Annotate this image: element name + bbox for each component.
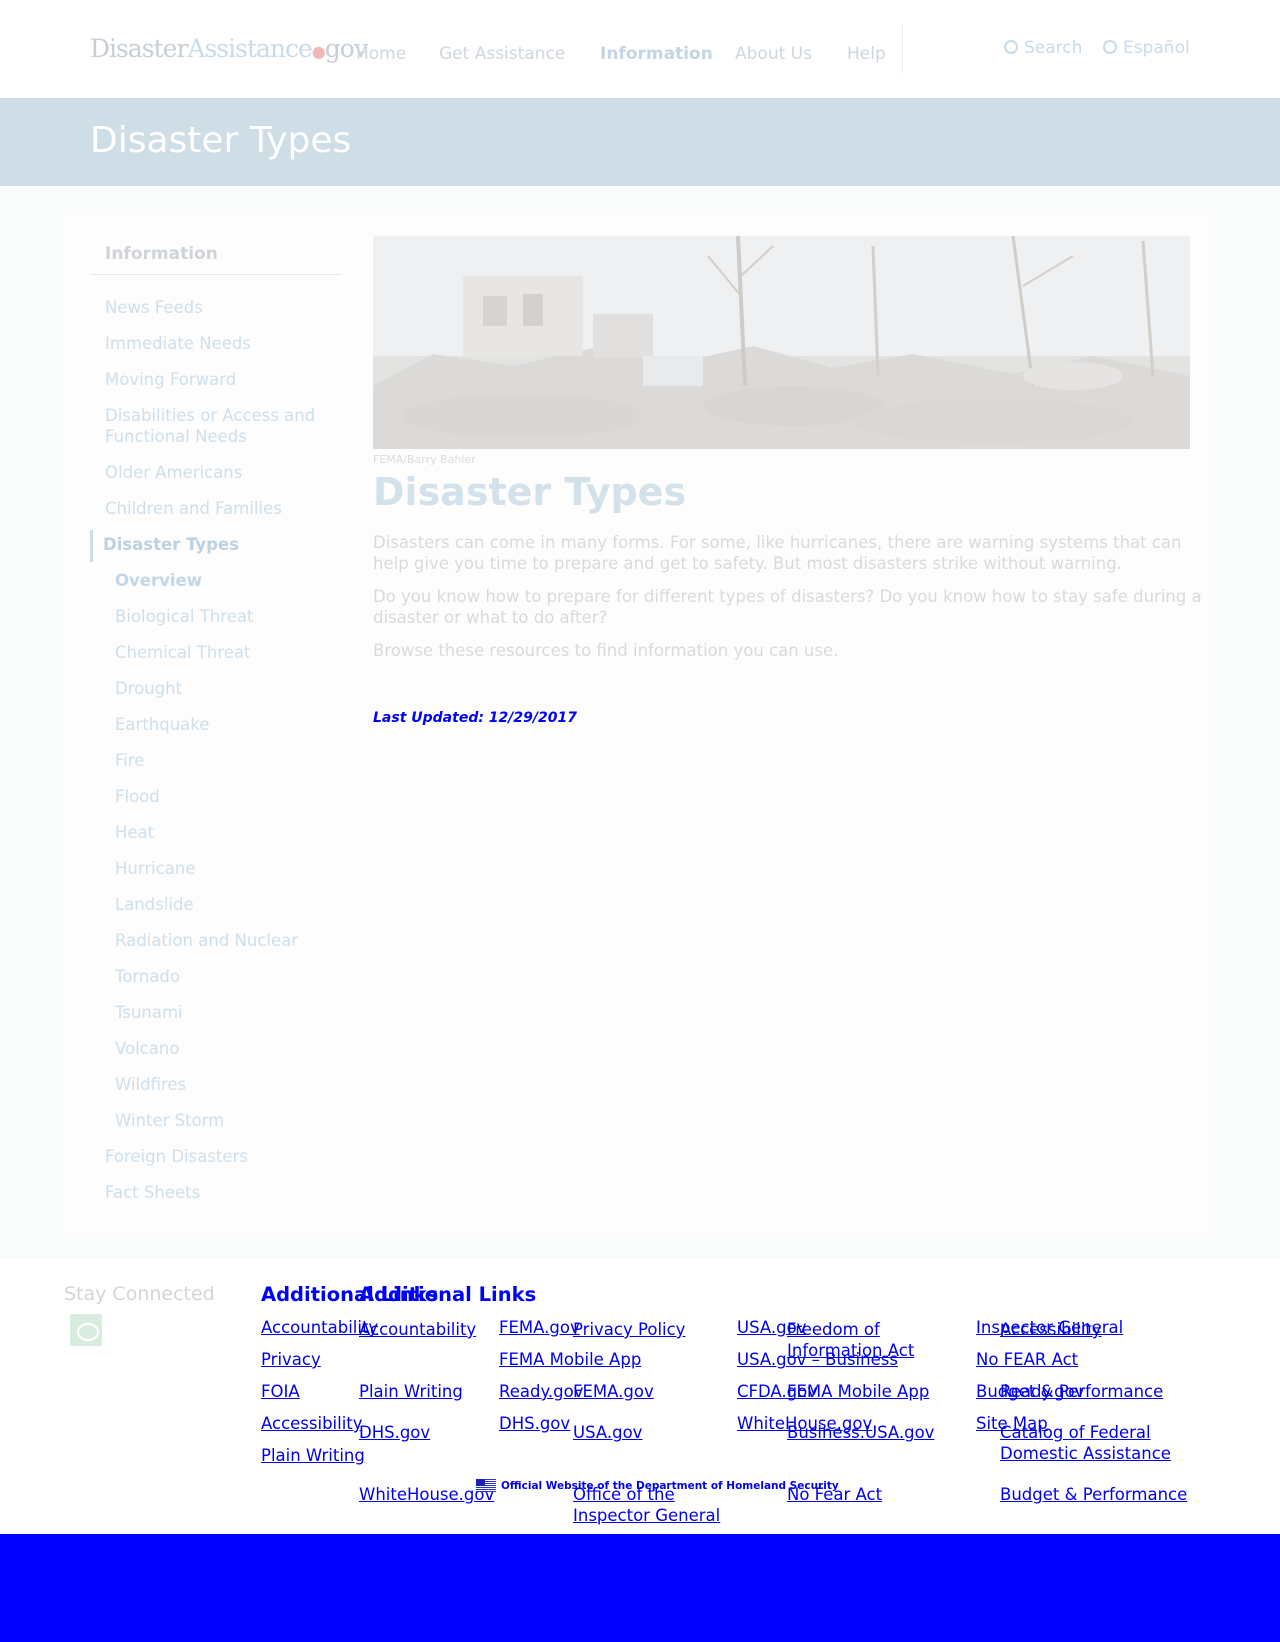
- nav-information[interactable]: Information: [600, 44, 713, 64]
- nav-about-us[interactable]: About Us: [735, 44, 812, 64]
- language-toggle[interactable]: Español: [1103, 38, 1190, 58]
- sidebar-subitem-wildfires[interactable]: Wildfires: [115, 1074, 186, 1095]
- footer-link-b-accountability[interactable]: Accountability: [359, 1319, 476, 1340]
- intro-paragraph-2: Do you know how to prepare for different…: [373, 587, 1202, 627]
- footer-link-b-fema-gov[interactable]: FEMA.gov: [573, 1381, 654, 1402]
- sidebar-subitem-flood[interactable]: Flood: [115, 786, 160, 807]
- intro-paragraph-1: Disasters can come in many forms. For so…: [373, 533, 1182, 573]
- sidebar-subitem-earthquake[interactable]: Earthquake: [115, 714, 209, 735]
- sidebar-subitem-heat[interactable]: Heat: [115, 822, 154, 843]
- footer-link-b-foia[interactable]: Freedom of Information Act: [787, 1319, 957, 1361]
- intro-paragraph-3: Browse these resources to find informati…: [373, 641, 839, 660]
- sidebar-item-disabilities[interactable]: Disabilities or Access and Functional Ne…: [105, 405, 335, 447]
- footer-link-fema-mobile-app[interactable]: FEMA Mobile App: [499, 1349, 641, 1370]
- sidebar-subitem-hurricane[interactable]: Hurricane: [115, 858, 196, 879]
- nav-divider: [902, 24, 903, 74]
- logo-dot-icon: ●: [311, 42, 326, 61]
- nav-get-assistance[interactable]: Get Assistance: [439, 44, 565, 64]
- sidebar-item-moving-forward[interactable]: Moving Forward: [105, 369, 236, 390]
- sidebar-divider: [90, 274, 342, 275]
- banner-title: Disaster Types: [90, 120, 352, 161]
- footer-link-b-dhs-gov[interactable]: DHS.gov: [359, 1422, 430, 1443]
- sidebar-item-news-feeds[interactable]: News Feeds: [105, 297, 203, 318]
- sidebar-item-disaster-types[interactable]: Disaster Types: [103, 534, 239, 555]
- footer-link-plain-writing[interactable]: Plain Writing: [261, 1445, 365, 1466]
- sidebar-subitem-radiation-nuclear[interactable]: Radiation and Nuclear: [115, 930, 298, 951]
- last-updated: Last Updated: 12/29/2017: [373, 710, 577, 726]
- footer-link-no-fear-act[interactable]: No FEAR Act: [976, 1349, 1078, 1370]
- nav-help[interactable]: Help: [847, 44, 886, 64]
- footer-link-b-plain-writing[interactable]: Plain Writing: [359, 1381, 463, 1402]
- search-icon: [1004, 40, 1018, 54]
- footer-link-b-fema-mobile-app[interactable]: FEMA Mobile App: [787, 1381, 929, 1402]
- footer-link-fema-gov[interactable]: FEMA.gov: [499, 1317, 580, 1338]
- footer-link-b-usa-gov[interactable]: USA.gov: [573, 1422, 642, 1443]
- official-website-notice: Official Website of the Department of Ho…: [501, 1480, 839, 1492]
- footer-link-privacy[interactable]: Privacy: [261, 1349, 321, 1370]
- sidebar-item-fact-sheets[interactable]: Fact Sheets: [105, 1182, 200, 1203]
- sidebar-subitem-winter-storm[interactable]: Winter Storm: [115, 1110, 224, 1131]
- us-flag-icon: [476, 1479, 496, 1492]
- footer-link-b-cfda[interactable]: Catalog of Federal Domestic Assistance: [1000, 1422, 1190, 1464]
- sidebar-subitem-fire[interactable]: Fire: [115, 750, 144, 771]
- sidebar-subitem-drought[interactable]: Drought: [115, 678, 182, 699]
- sidebar-subitem-chemical-threat[interactable]: Chemical Threat: [115, 642, 251, 663]
- photo-credit: FEMA/Barry Bahler: [373, 453, 476, 466]
- social-chat-icon[interactable]: [70, 1314, 102, 1346]
- footer-link-b-business-usa-gov[interactable]: Business.USA.gov: [787, 1422, 934, 1443]
- sidebar-item-older-americans[interactable]: Older Americans: [105, 462, 242, 483]
- page-title: Disaster Types: [373, 470, 687, 514]
- site-header: DisasterAssistance●gov Home Get Assistan…: [0, 0, 1280, 98]
- stay-connected-heading: Stay Connected: [64, 1283, 215, 1305]
- footer-link-b-privacy-policy[interactable]: Privacy Policy: [573, 1319, 685, 1340]
- sidebar-subitem-overview[interactable]: Overview: [115, 570, 202, 591]
- footer-link-foia[interactable]: FOIA: [261, 1381, 300, 1402]
- site-logo[interactable]: DisasterAssistance●gov: [90, 34, 368, 63]
- footer-link-b-whitehouse-gov[interactable]: WhiteHouse.gov: [359, 1484, 494, 1505]
- sidebar-item-children-families[interactable]: Children and Families: [105, 498, 282, 519]
- logo-text-assistance: Assistance: [187, 34, 312, 63]
- logo-text-disaster: Disaster: [90, 34, 188, 63]
- search-link[interactable]: Search: [1004, 38, 1082, 58]
- sidebar-subitem-tsunami[interactable]: Tsunami: [115, 1002, 183, 1023]
- sidebar-heading: Information: [105, 244, 218, 264]
- nav-home[interactable]: Home: [356, 44, 406, 64]
- sidebar-subitem-landslide[interactable]: Landslide: [115, 894, 194, 915]
- sidebar-item-foreign-disasters[interactable]: Foreign Disasters: [105, 1146, 248, 1167]
- page-banner: Disaster Types: [0, 98, 1280, 186]
- footer-link-b-budget-performance[interactable]: Budget & Performance: [1000, 1484, 1187, 1505]
- footer-link-b-accessibility[interactable]: Accessibility: [1000, 1319, 1102, 1340]
- footer-link-dhs-gov[interactable]: DHS.gov: [499, 1413, 570, 1434]
- sidebar-item-immediate-needs[interactable]: Immediate Needs: [105, 333, 251, 354]
- footer-link-accessibility[interactable]: Accessibility: [261, 1413, 363, 1434]
- search-label: Search: [1024, 38, 1083, 58]
- footer-bottom-bar: [0, 1534, 1280, 1642]
- hero-image-disaster-debris: [373, 236, 1190, 449]
- sidebar-subitem-biological-threat[interactable]: Biological Threat: [115, 606, 253, 627]
- language-label: Español: [1123, 38, 1190, 58]
- sidebar-active-indicator: [90, 530, 93, 562]
- additional-links-heading-overlay: Additional Links: [359, 1283, 537, 1306]
- footer-link-ready-gov[interactable]: Ready.gov: [499, 1381, 583, 1402]
- footer-link-b-ready-gov[interactable]: Ready.gov: [1000, 1381, 1084, 1402]
- globe-icon: [1103, 40, 1117, 54]
- sidebar-subitem-tornado[interactable]: Tornado: [115, 966, 180, 987]
- sidebar-subitem-volcano[interactable]: Volcano: [115, 1038, 179, 1059]
